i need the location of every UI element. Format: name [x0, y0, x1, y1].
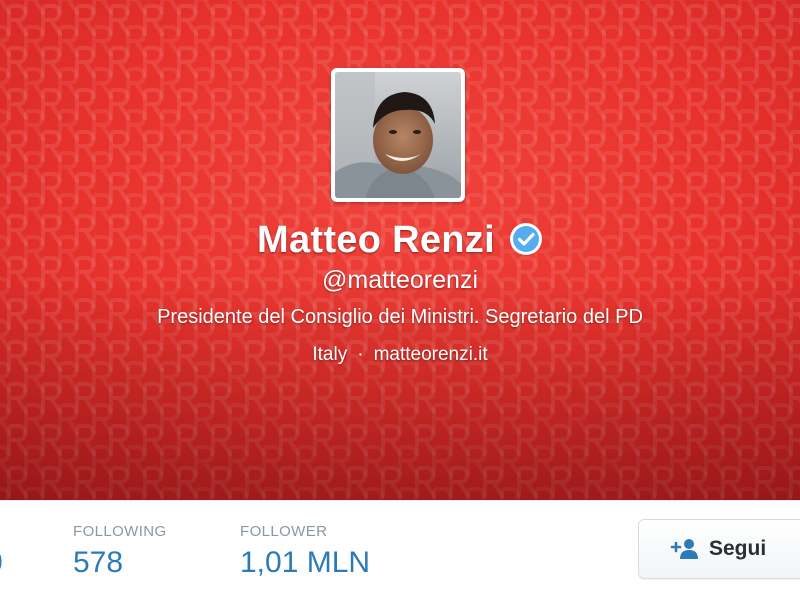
stat-follower-value: 1,01 MLN [240, 546, 371, 579]
profile-header: Matteo Renzi @matteorenzi Presidente del… [0, 0, 800, 500]
verified-badge-icon [509, 223, 542, 255]
profile-website-link[interactable]: matteorenzi.it [374, 344, 488, 366]
stat-following-value: 578 [73, 546, 124, 579]
stat-following-label: FOLLOWING [73, 523, 167, 540]
profile-location: Italy [312, 344, 348, 365]
profile-meta: Italy · matteorenzi.it [0, 344, 800, 366]
follow-button[interactable]: Segui [638, 519, 800, 579]
stat-partial[interactable]: 0 [0, 523, 3, 580]
add-user-icon [670, 539, 698, 559]
avatar[interactable] [331, 68, 465, 202]
name-row: Matteo Renzi [0, 214, 800, 266]
profile-bio: Presidente del Consiglio dei Ministri. S… [157, 306, 643, 328]
avatar-photo [335, 72, 461, 198]
stat-follower-label: FOLLOWER [240, 523, 328, 540]
stat-follower[interactable]: FOLLOWER 1,01 MLN [240, 523, 370, 580]
follow-button-label: Segui [709, 537, 767, 560]
profile-handle: @matteorenzi [322, 266, 478, 294]
stat-partial-label [0, 523, 3, 540]
meta-separator: · [357, 344, 364, 365]
display-name: Matteo Renzi [257, 218, 495, 261]
stat-following[interactable]: FOLLOWING 578 [73, 523, 167, 580]
stat-partial-value: 0 [0, 546, 3, 580]
